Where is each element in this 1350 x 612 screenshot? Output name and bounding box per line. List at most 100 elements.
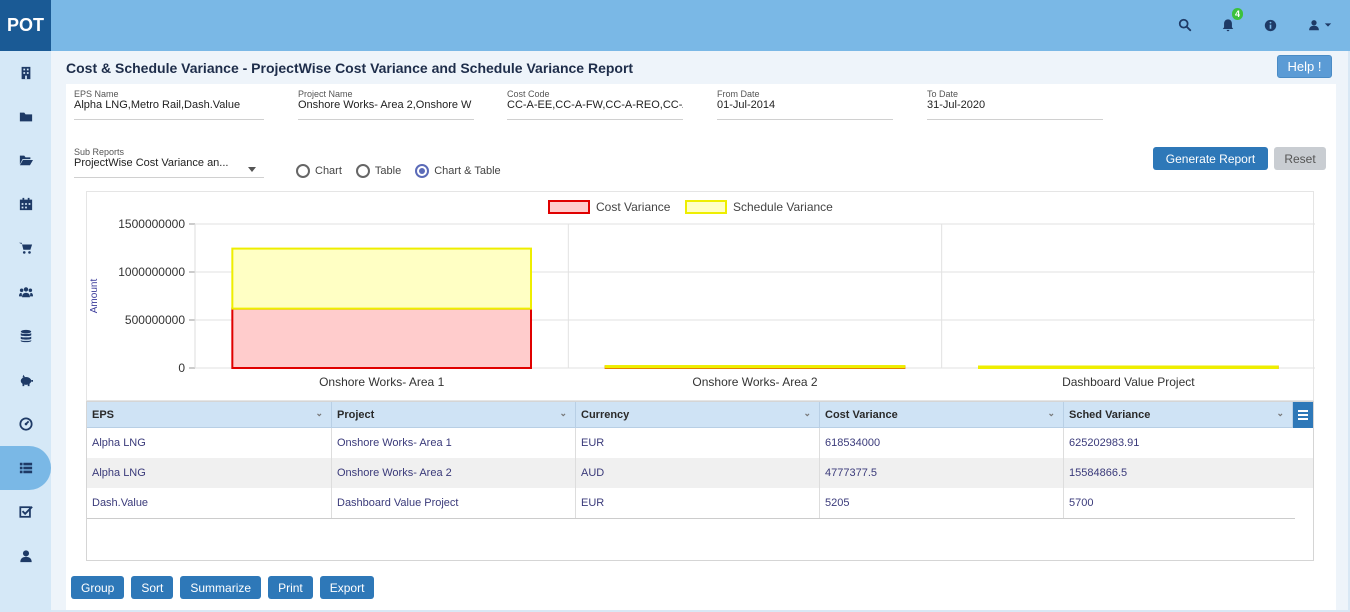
building-icon[interactable] (0, 51, 51, 95)
generate-report-button[interactable]: Generate Report (1153, 147, 1268, 170)
column-label: EPS (92, 409, 115, 421)
table-divider (87, 518, 1295, 519)
table-cell: Alpha LNG (87, 458, 332, 488)
report-card: EPS Name Alpha LNG,Metro Rail,Dash.Value… (66, 84, 1336, 610)
table-cell: Onshore Works- Area 1 (332, 428, 576, 458)
to-date-field[interactable]: To Date 31-Jul-2020 (927, 89, 1103, 120)
y-axis-label: Amount (89, 279, 100, 314)
table-cell: 5205 (820, 488, 1064, 518)
x-tick-label: Onshore Works- Area 2 (692, 375, 817, 389)
table-cell: AUD (576, 458, 820, 488)
column-header-currency[interactable]: Currency ⌄ (576, 402, 820, 427)
table-cell: EUR (576, 488, 820, 518)
table-header: EPS ⌄ Project ⌄ Currency ⌄ Cost Variance ⌄ S… (87, 402, 1313, 428)
radio-chart-table[interactable]: Chart & Table (415, 164, 501, 178)
database-icon[interactable] (0, 314, 51, 358)
footer-toolbar: Group Sort Summarize Print Export (71, 576, 375, 599)
radio-chart-label: Chart (315, 165, 342, 177)
table-row[interactable]: Dash.Value Dashboard Value Project EUR 5… (87, 488, 1313, 518)
page-title: Cost & Schedule Variance - ProjectWise C… (66, 60, 634, 76)
column-menu-button[interactable] (1293, 402, 1313, 428)
table-cell: EUR (576, 428, 820, 458)
checkbox-icon[interactable] (0, 490, 51, 534)
column-label: Cost Variance (825, 409, 898, 421)
project-name-field[interactable]: Project Name Onshore Works- Area 2,Onsho… (298, 89, 474, 120)
legend-label: Schedule Variance (733, 200, 833, 214)
chevron-down-icon[interactable]: ⌄ (559, 408, 567, 419)
info-icon[interactable] (1259, 14, 1281, 36)
table-row[interactable]: Alpha LNG Onshore Works- Area 1 EUR 6185… (87, 428, 1313, 458)
bar-schedule-variance (978, 365, 1279, 369)
top-bar: POT 4 (0, 0, 1350, 51)
table-cell: 5700 (1069, 497, 1094, 509)
radio-chart[interactable]: Chart (296, 164, 342, 178)
x-tick-label: Dashboard Value Project (1062, 375, 1195, 389)
radio-table[interactable]: Table (355, 164, 402, 178)
folder-open-icon[interactable] (0, 138, 51, 182)
column-label: Project (337, 409, 375, 421)
table-cell: 15584866.5 (1069, 467, 1128, 479)
chevron-down-icon[interactable]: ⌄ (315, 408, 323, 419)
x-tick-label: Onshore Works- Area 1 (319, 375, 444, 389)
table-cell: Onshore Works- Area 2 (332, 458, 576, 488)
column-header-eps[interactable]: EPS ⌄ (87, 402, 332, 427)
legend-label: Cost Variance (596, 200, 671, 214)
user-icon[interactable] (0, 534, 51, 578)
radio-chart-table-label: Chart & Table (434, 165, 501, 177)
list-icon[interactable] (0, 446, 51, 490)
folder-icon[interactable] (0, 95, 51, 139)
y-tick-label: 1500000000 (118, 217, 185, 231)
export-button[interactable]: Export (319, 576, 375, 599)
main-content: Cost & Schedule Variance - ProjectWise C… (51, 51, 1348, 610)
sort-button[interactable]: Sort (131, 576, 174, 599)
radio-circle (296, 164, 310, 178)
cost-code-field[interactable]: Cost Code CC-A-EE,CC-A-FW,CC-A-REO,CC-A-… (507, 89, 683, 120)
bar-cost-variance (231, 307, 532, 369)
eps-name-field[interactable]: EPS Name Alpha LNG,Metro Rail,Dash.Value (74, 89, 264, 120)
bar-schedule-variance (231, 247, 532, 310)
group-button[interactable]: Group (71, 576, 125, 599)
cart-icon[interactable] (0, 226, 51, 270)
chevron-down-icon[interactable]: ⌄ (1047, 408, 1055, 419)
legend-swatch (548, 200, 590, 214)
print-button[interactable]: Print (268, 576, 313, 599)
dashboard-icon[interactable] (0, 402, 51, 446)
column-header-sched-variance[interactable]: Sched Variance ⌄ (1064, 402, 1293, 427)
chart-canvas: 0 500000000 1000000000 1500000000 Onshore Wo… (89, 200, 1315, 389)
variance-chart: 0 500000000 1000000000 1500000000 Onshore Wo… (86, 191, 1315, 401)
user-menu[interactable] (1303, 14, 1337, 36)
sub-reports-select[interactable]: Sub Reports ProjectWise Cost Variance an… (74, 147, 264, 178)
radio-table-label: Table (374, 165, 402, 177)
piggy-bank-icon[interactable] (0, 358, 51, 402)
chevron-down-icon[interactable]: ⌄ (803, 408, 811, 419)
radio-circle (355, 164, 370, 178)
search-icon[interactable] (1174, 14, 1196, 36)
table-row[interactable]: Alpha LNG Onshore Works- Area 2 AUD 4777… (87, 458, 1313, 488)
notification-badge: 4 (1231, 8, 1243, 20)
table-cell: 4777377.5 (820, 458, 1064, 488)
radio-circle-checked (415, 164, 430, 178)
variance-table: EPS ⌄ Project ⌄ Currency ⌄ Cost Variance ⌄ S… (86, 401, 1314, 561)
table-cell: Dash.Value (87, 488, 332, 518)
column-header-cost-variance[interactable]: Cost Variance ⌄ (820, 402, 1064, 427)
sidebar (0, 51, 51, 612)
y-tick-label: 1000000000 (118, 265, 185, 279)
bell-icon[interactable]: 4 (1217, 8, 1243, 36)
reset-button[interactable]: Reset (1274, 147, 1326, 170)
app-logo[interactable]: POT (0, 0, 51, 51)
calendar-icon[interactable] (0, 182, 51, 226)
table-cell: 625202983.91 (1069, 437, 1140, 449)
summarize-button[interactable]: Summarize (180, 576, 262, 599)
view-option-group: Chart Table Chart & Table (296, 164, 501, 178)
help-button[interactable]: Help ! (1277, 55, 1332, 78)
caret-down-icon (1324, 23, 1332, 27)
users-icon[interactable] (0, 270, 51, 314)
table-cell: 618534000 (820, 428, 1064, 458)
from-date-field[interactable]: From Date 01-Jul-2014 (717, 89, 893, 120)
user-icon (1309, 20, 1319, 31)
column-label: Currency (581, 409, 630, 421)
y-tick-label: 500000000 (125, 313, 185, 327)
column-header-project[interactable]: Project ⌄ (332, 402, 576, 427)
bar-schedule-variance (604, 365, 906, 369)
chevron-down-icon[interactable]: ⌄ (1276, 408, 1284, 419)
